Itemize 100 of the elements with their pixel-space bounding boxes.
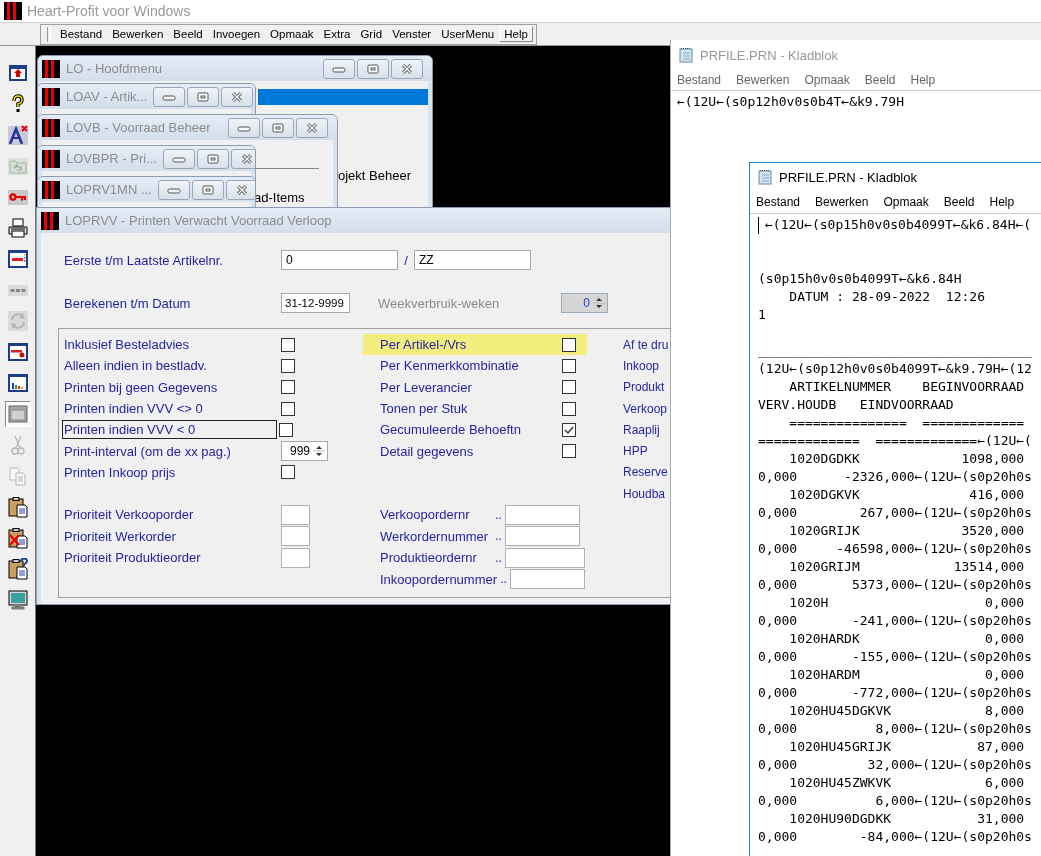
- window-icon[interactable]: [4, 401, 31, 427]
- checkbox[interactable]: [281, 380, 295, 395]
- menu-item[interactable]: Opmaak: [882, 195, 930, 209]
- chart-window-icon[interactable]: [6, 372, 29, 394]
- menu-item[interactable]: Help: [499, 26, 533, 42]
- menu-item[interactable]: Bewerken: [735, 73, 791, 87]
- option-label: Produkt: [623, 380, 665, 395]
- window-bar-icon[interactable]: [6, 248, 29, 270]
- leader-dots: ..: [499, 572, 508, 587]
- checkbox[interactable]: [562, 380, 576, 395]
- checkbox[interactable]: [281, 358, 295, 373]
- close-button[interactable]: [296, 117, 328, 138]
- minimize-button[interactable]: [153, 86, 186, 107]
- minimize-button[interactable]: [163, 148, 196, 169]
- leader-dots: ..: [494, 529, 503, 544]
- window-title: LO - Hoofdmenu: [66, 61, 164, 76]
- checkbox[interactable]: [281, 401, 295, 416]
- menu-item[interactable]: Bewerken: [107, 26, 169, 42]
- leader-dots: ..: [494, 550, 503, 565]
- field-label: Produktieordernr: [380, 550, 478, 566]
- maximize-button[interactable]: [197, 148, 230, 169]
- close-button[interactable]: [231, 148, 255, 169]
- minimize-button[interactable]: [228, 117, 260, 138]
- field-label: Werkordernummer: [380, 528, 490, 544]
- input-field[interactable]: 0: [281, 250, 398, 270]
- date-field[interactable]: 31-12-9999: [281, 293, 350, 313]
- file-text: (s0p15h0v0s0b4099T←&k6.84H DATUM : 28-09-2022 12:26 1 ___________________________________ (12U←(s0p12h0v0s0b4099T←&k9.79H←(12 ARTIKELNUMMER BEGINVOORRAAD VERV.HOUDB EINDVOORRAAD =============== ============= ============= =============←(12U←( 1020DGDKK 1098,000 0,000 -2326,000←(12U←(s0p20h0s 1020DGKVK 416,000 0,000 267,000←(12U←(s0p20h0s 1020GRIJK 3520,000 0,000 -46598,000←(12U←(s0p20h0s 1020GRIJM 13514,000 0,000 5373,000←(12U←(s0p20h0s 1020H 0,000 0,000 -241,000←(12U←(s0p20h0s 1020HARDK 0,000 0,000 -155,000←(12U←(s0p20h0s 1020HARDM 0,000 0,000 -772,000←(12U←(s0p20h0s 1020HU45DGKVK 8,000 0,000 8,000←(12U←(s0p20h0s 1020HU45GRIJK 87,000 0,000 32,000←(12U←(s0p20h0s 1020HU45ZWKVK 6,000 0,000 6,000←(12U←(s0p20h0s 1020HU90DGDKK 31,000 0,000 -84,000←(12U←(s0p20h0s: [757, 270, 1033, 846]
- checkbox[interactable]: [279, 422, 293, 437]
- menu-item[interactable]: Opmaak: [265, 26, 319, 42]
- menu-item[interactable]: Beeld: [168, 26, 208, 42]
- font-delete-icon[interactable]: [6, 124, 29, 146]
- menu-item[interactable]: Grid: [355, 26, 388, 42]
- menu-item[interactable]: Bestand: [676, 73, 723, 87]
- menu-entry[interactable]: ojekt Beheer: [338, 168, 428, 183]
- maximize-button[interactable]: [187, 86, 220, 107]
- menu-item[interactable]: Bestand: [55, 26, 108, 42]
- input-field[interactable]: [505, 547, 585, 568]
- paste-icon[interactable]: [6, 496, 29, 518]
- input-field[interactable]: [510, 569, 586, 590]
- menu-item[interactable]: Help: [909, 73, 937, 87]
- paste-delete-icon[interactable]: [6, 527, 29, 549]
- clipboard-question-icon[interactable]: [6, 558, 29, 580]
- window-title: LOPRVV - Printen Verwacht Voorraad Verloop: [65, 213, 333, 228]
- minimize-button[interactable]: [323, 58, 355, 79]
- minimize-button[interactable]: [157, 179, 190, 200]
- stripes-logo-icon: [42, 59, 60, 78]
- maximize-button[interactable]: [357, 58, 389, 79]
- menu-item[interactable]: Invoegen: [207, 26, 266, 42]
- input-field[interactable]: [281, 526, 310, 547]
- menu-item[interactable]: Venster: [387, 26, 437, 42]
- monitor-icon[interactable]: [6, 589, 29, 611]
- stripes-logo-icon: [42, 149, 60, 168]
- option-label: Houdba: [623, 486, 666, 501]
- notepad-icon: [757, 169, 773, 185]
- checkbox[interactable]: [281, 465, 295, 480]
- option-label: Printen indien VVV < 0: [62, 420, 277, 440]
- maximize-button[interactable]: [262, 117, 294, 138]
- stripes-logo-icon: [42, 180, 60, 199]
- checkbox[interactable]: [562, 337, 576, 352]
- menu-entry[interactable]: ad-Items: [254, 190, 333, 205]
- input-field[interactable]: [281, 504, 310, 525]
- input-field[interactable]: [281, 547, 310, 568]
- menu-item[interactable]: Bewerken: [814, 195, 870, 209]
- input-field[interactable]: ZZ: [414, 250, 531, 270]
- field-label: Berekenen t/m Datum: [64, 295, 192, 311]
- menu-item[interactable]: Extra: [318, 26, 356, 42]
- close-button[interactable]: [221, 86, 254, 107]
- checkbox[interactable]: [281, 337, 295, 352]
- close-button[interactable]: [391, 58, 423, 79]
- checkbox[interactable]: [562, 422, 576, 437]
- menu-item[interactable]: Opmaak: [803, 73, 851, 87]
- checkbox[interactable]: [562, 401, 576, 416]
- separator-text: /: [403, 252, 409, 268]
- input-field[interactable]: [505, 526, 580, 547]
- menu-item[interactable]: Beeld: [863, 73, 897, 87]
- option-label: Detail gegevens: [380, 443, 475, 459]
- close-icon: [234, 184, 249, 195]
- option-label: Per Artikel-/Vrs: [380, 337, 468, 353]
- maximize-button[interactable]: [191, 179, 224, 200]
- window-key-icon[interactable]: [6, 341, 29, 363]
- text-cursor: [758, 217, 759, 234]
- field-label: Inkoopordernummer: [380, 571, 498, 587]
- checkbox[interactable]: [562, 358, 576, 373]
- checkbox[interactable]: [562, 444, 576, 459]
- menu-item[interactable]: Beeld: [942, 195, 976, 209]
- menu-item[interactable]: Help: [988, 195, 1016, 209]
- close-button[interactable]: [225, 179, 255, 200]
- field-label: Prioriteit Verkooporder: [64, 507, 195, 523]
- menu-item[interactable]: UserMenu: [436, 26, 500, 42]
- spinner-field[interactable]: 999: [281, 441, 328, 462]
- leader-dots: ..: [494, 507, 503, 522]
- option-label: Verkoop: [623, 401, 668, 416]
- input-field[interactable]: [505, 504, 580, 525]
- field-label: Prioriteit Werkorder: [64, 528, 177, 544]
- printer-icon[interactable]: [6, 217, 29, 239]
- field-label: Eerste t/m Laatste Artikelnr.: [64, 252, 224, 268]
- window-title: LOPRV1MN ...: [66, 182, 152, 197]
- option-label: Print-interval (om de xx pag.): [64, 443, 232, 459]
- maximize-icon: [366, 63, 380, 74]
- menu-item[interactable]: Bestand: [755, 195, 802, 209]
